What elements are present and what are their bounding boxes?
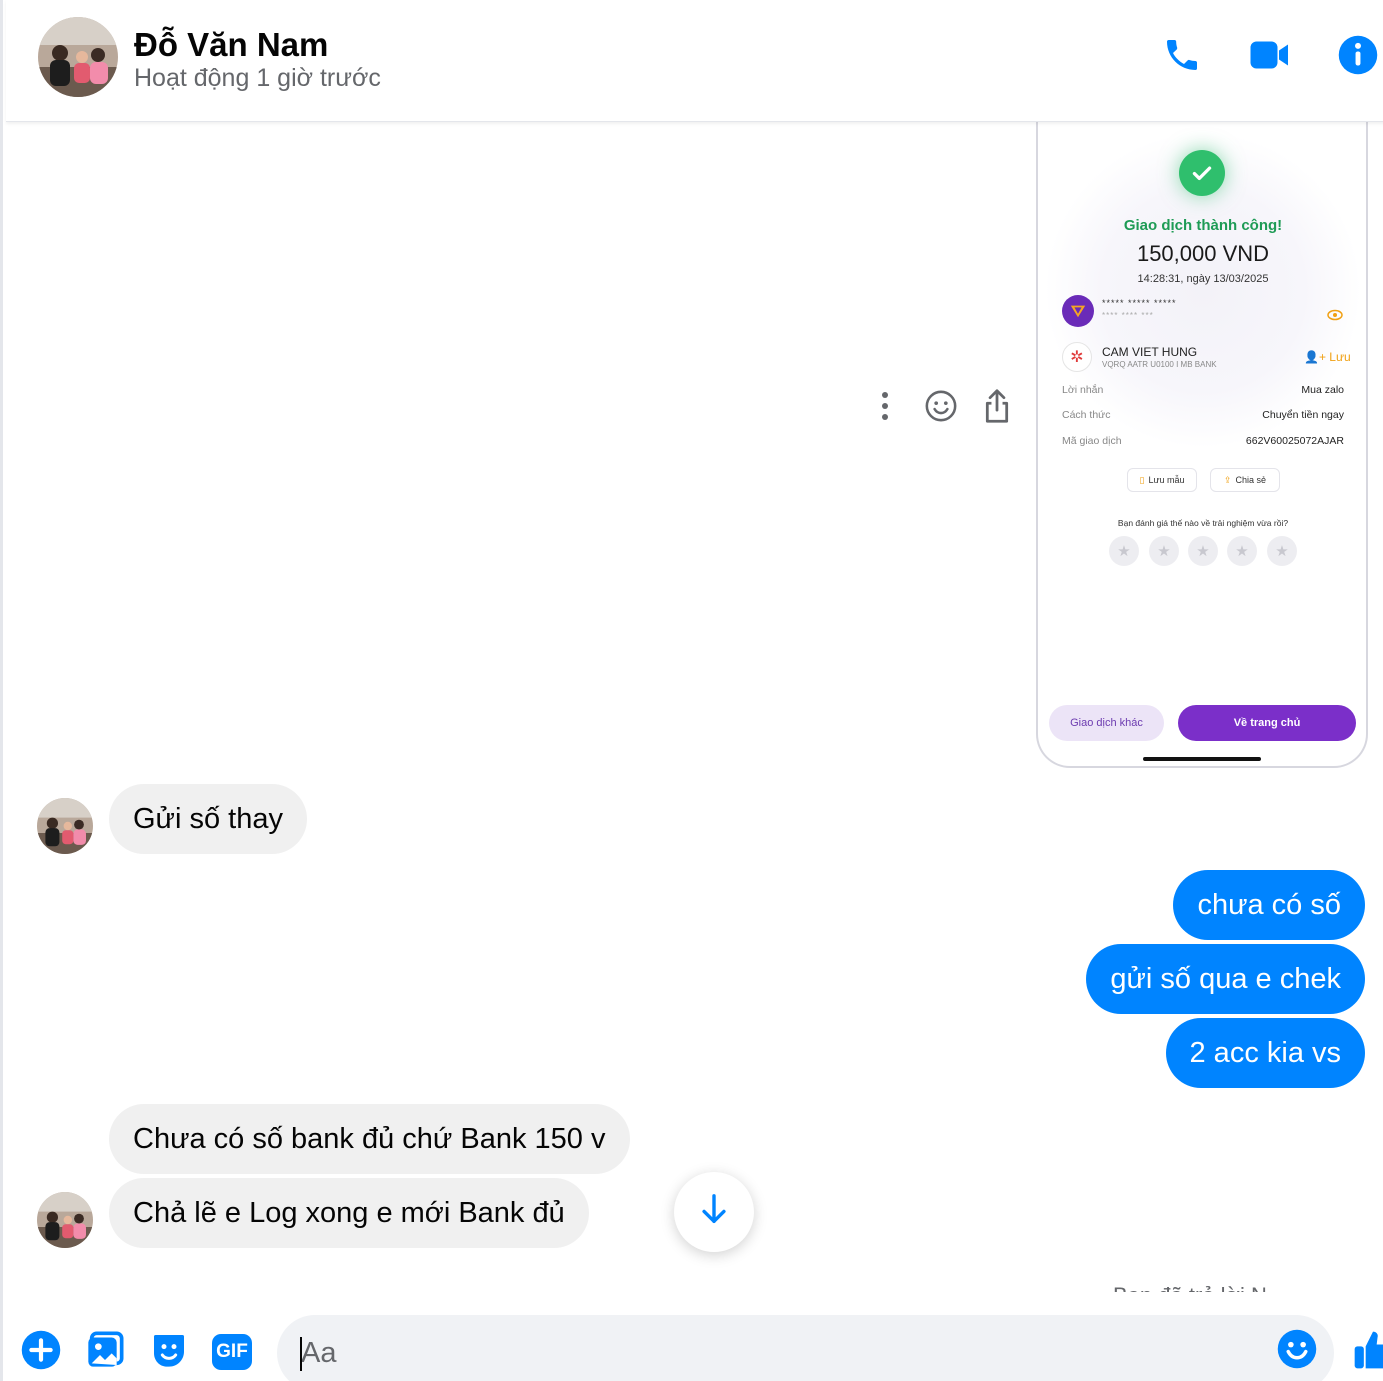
message-bubble-outgoing[interactable]: 2 acc kia vs	[1165, 1018, 1365, 1088]
recipient-account: VQRQ AATR U0100 I MB BANK	[1102, 360, 1217, 369]
rating-question: Bạn đánh giá thế nào về trải nghiệm vừa …	[1117, 518, 1289, 528]
row-value: 662V60025072AJAR	[1245, 435, 1344, 447]
thumbs-up-button[interactable]	[1351, 1330, 1383, 1374]
sticker-button[interactable]	[147, 1330, 191, 1374]
chat-header: Đỗ Văn Nam Hoạt động 1 giờ trước	[6, 0, 1383, 122]
row-value: Mua zalo	[1301, 384, 1344, 396]
smiley-icon	[924, 389, 958, 428]
video-camera-icon	[1249, 37, 1291, 78]
image-icon	[85, 1330, 125, 1375]
phone-icon	[1162, 35, 1202, 80]
recipient-name: CAM VIET HUNG	[1102, 345, 1198, 359]
add-user-icon: 👤+	[1304, 350, 1326, 364]
emoji-icon	[1276, 1328, 1318, 1375]
star-icon: ★	[1149, 536, 1179, 566]
star-icon: ★	[1267, 536, 1297, 566]
sticker-icon	[149, 1330, 189, 1375]
thumbs-up-icon	[1351, 1330, 1383, 1374]
save-recipient-link: 👤+ Lưu	[1304, 350, 1351, 364]
voice-call-button[interactable]	[1159, 34, 1205, 80]
text-caret	[300, 1337, 302, 1371]
home-button: Về trang chủ	[1178, 705, 1356, 741]
transaction-amount: 150,000 VND	[1136, 241, 1270, 266]
row-label: Mã giao dịch	[1062, 435, 1122, 447]
contact-avatar[interactable]	[38, 17, 118, 97]
star-icon: ★	[1109, 536, 1139, 566]
gif-button[interactable]: GIF	[210, 1330, 254, 1374]
other-transaction-button: Giao dịch khác	[1049, 705, 1164, 741]
message-bubble-outgoing[interactable]: gửi số qua e chek	[1086, 944, 1365, 1014]
contact-avatar-small[interactable]	[37, 798, 93, 854]
contact-avatar-small[interactable]	[37, 1192, 93, 1248]
eye-icon	[1327, 308, 1343, 321]
plus-icon	[20, 1329, 62, 1376]
share-icon	[983, 388, 1011, 429]
more-options-button[interactable]	[865, 388, 905, 428]
attach-image-button[interactable]	[83, 1330, 127, 1374]
row-label: Cách thức	[1062, 409, 1111, 421]
react-button[interactable]	[921, 388, 961, 428]
gif-icon: GIF	[212, 1334, 252, 1370]
success-check-icon	[1179, 150, 1225, 196]
message-bubble-incoming[interactable]: Chưa có số bank đủ chứ Bank 150 v	[109, 1104, 630, 1174]
document-icon: ▯	[1139, 474, 1145, 485]
emoji-button[interactable]	[1275, 1329, 1319, 1373]
shared-image[interactable]: Giao dịch thành công! 150,000 VND 14:28:…	[1036, 100, 1368, 768]
home-indicator	[1143, 757, 1261, 761]
message-bubble-outgoing[interactable]: chưa có số	[1173, 870, 1365, 940]
message-composer	[277, 1315, 1334, 1381]
contact-status: Hoạt động 1 giờ trước	[134, 64, 381, 92]
message-bubble-incoming[interactable]: Chả lẽ e Log xong e mới Bank đủ	[109, 1178, 589, 1248]
reply-notice: Bạn đã trả lời N...	[1113, 1280, 1313, 1292]
bank-logo-icon	[1062, 295, 1094, 327]
arrow-down-icon	[699, 1193, 729, 1232]
contact-name[interactable]: Đỗ Văn Nam	[134, 26, 328, 64]
conversation-info-button[interactable]	[1335, 34, 1381, 80]
more-actions-button[interactable]	[19, 1330, 63, 1374]
share-pill: ⇪ Chia sẻ	[1210, 468, 1280, 492]
row-value: Chuyển tiền ngay	[1262, 409, 1344, 421]
info-icon	[1337, 34, 1379, 81]
message-bubble-incoming[interactable]: Gửi số thay	[109, 784, 307, 854]
source-account-masked: ***** ***** *****	[1102, 298, 1177, 308]
transaction-datetime: 14:28:31, ngày 13/03/2025	[1137, 273, 1269, 285]
source-account-masked-sub: **** **** ***	[1102, 311, 1154, 320]
star-icon: ★	[1188, 536, 1218, 566]
more-vertical-icon	[880, 391, 890, 426]
message-input[interactable]	[301, 1333, 1241, 1373]
chat-window: Đỗ Văn Nam Hoạt động 1 giờ trước Giao dị…	[0, 0, 1383, 1381]
row-label: Lời nhắn	[1062, 384, 1104, 396]
transaction-status: Giao dịch thành công!	[1123, 217, 1283, 234]
mb-bank-logo-icon: ✲	[1062, 342, 1092, 372]
share-small-icon: ⇪	[1223, 474, 1232, 485]
scroll-to-bottom-button[interactable]	[674, 1172, 754, 1252]
video-call-button[interactable]	[1247, 34, 1293, 80]
star-icon: ★	[1227, 536, 1257, 566]
share-button[interactable]	[977, 388, 1017, 428]
save-template-pill: ▯ Lưu mẫu	[1127, 468, 1197, 492]
